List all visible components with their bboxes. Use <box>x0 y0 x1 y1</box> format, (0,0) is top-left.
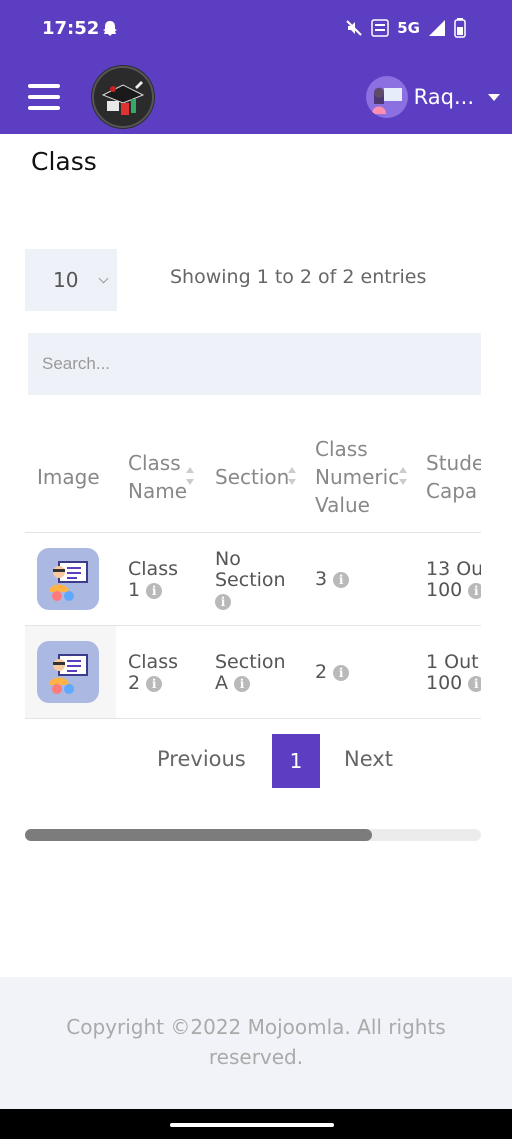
class-image <box>37 548 99 610</box>
table-row: Class 1 i No Section i 3 i 13 Out 100 i <box>25 533 481 626</box>
user-name: Raq... <box>413 85 474 109</box>
mute-icon <box>346 20 362 36</box>
status-time: 17:52 <box>42 18 100 39</box>
hamburger-menu-icon[interactable] <box>28 84 60 110</box>
cell-section: Section A i <box>215 651 286 694</box>
column-header-class-name[interactable]: Class Name <box>128 420 194 533</box>
user-avatar <box>365 76 408 118</box>
user-menu[interactable]: Raq... <box>365 76 500 118</box>
snapchat-ghost-icon <box>103 21 117 36</box>
table-row: Class 2 i Section A i 2 i 1 Out o 100 i <box>25 626 481 719</box>
page-title: Class <box>31 147 97 176</box>
table-info: Showing 1 to 2 of 2 entries <box>170 266 427 288</box>
sort-icon <box>186 467 194 485</box>
chevron-down-icon <box>98 273 109 284</box>
column-header-image[interactable]: Image <box>37 420 100 533</box>
class-image <box>37 641 99 703</box>
class-table: Image Class Name Section Class Numeric Valu… <box>25 420 481 720</box>
volte-icon <box>371 19 389 37</box>
info-icon[interactable]: i <box>333 571 350 588</box>
cell-numeric-value: 2 i <box>315 662 350 683</box>
system-nav-bar <box>0 1109 512 1139</box>
next-page-button[interactable]: Next <box>344 747 393 771</box>
cell-section: No Section i <box>215 548 286 610</box>
info-icon[interactable]: i <box>333 664 350 681</box>
search-input[interactable] <box>28 333 481 395</box>
signal-icon <box>429 20 445 36</box>
copyright-text: Copyright ©2022 Mojoomla. All rights res… <box>66 1015 446 1069</box>
scrollbar-thumb[interactable] <box>25 829 372 841</box>
page-1-button[interactable]: 1 <box>272 734 320 788</box>
column-header-class-numeric-value[interactable]: Class Numeric Value <box>315 420 407 533</box>
column-header-section[interactable]: Section <box>215 420 296 533</box>
table-header: Image Class Name Section Class Numeric Valu… <box>25 420 481 533</box>
info-icon[interactable]: i <box>468 675 481 692</box>
info-icon[interactable]: i <box>215 593 231 610</box>
column-header-student-capacity[interactable]: Stude Capa <box>426 420 481 533</box>
network-label: 5G <box>397 19 420 37</box>
footer: Copyright ©2022 Mojoomla. All rights res… <box>0 977 512 1109</box>
info-icon[interactable]: i <box>234 675 251 692</box>
status-bar: 17:52 5G <box>0 0 512 60</box>
sort-icon <box>288 467 296 485</box>
entries-per-page-select[interactable]: 10 <box>25 249 117 311</box>
cell-class-name: Class 2 i <box>128 651 178 694</box>
app-header: Raq... <box>0 60 512 134</box>
info-icon[interactable]: i <box>146 675 163 692</box>
info-icon[interactable]: i <box>468 582 481 599</box>
home-gesture-pill[interactable] <box>170 1123 334 1127</box>
cell-numeric-value: 3 i <box>315 569 350 590</box>
entries-per-page-value: 10 <box>53 268 79 292</box>
cell-class-name: Class 1 i <box>128 558 178 601</box>
battery-icon <box>454 18 466 38</box>
caret-down-icon[interactable] <box>488 93 500 101</box>
pagination: Previous 1 Next <box>0 734 512 788</box>
cell-student-capacity: 1 Out o 100 i <box>426 652 481 694</box>
cell-student-capacity: 13 Out 100 i <box>426 559 481 601</box>
info-icon[interactable]: i <box>146 582 163 599</box>
sort-icon <box>399 467 407 485</box>
horizontal-scrollbar[interactable] <box>25 829 481 841</box>
previous-page-button[interactable]: Previous <box>157 747 246 771</box>
school-logo[interactable] <box>91 65 155 129</box>
